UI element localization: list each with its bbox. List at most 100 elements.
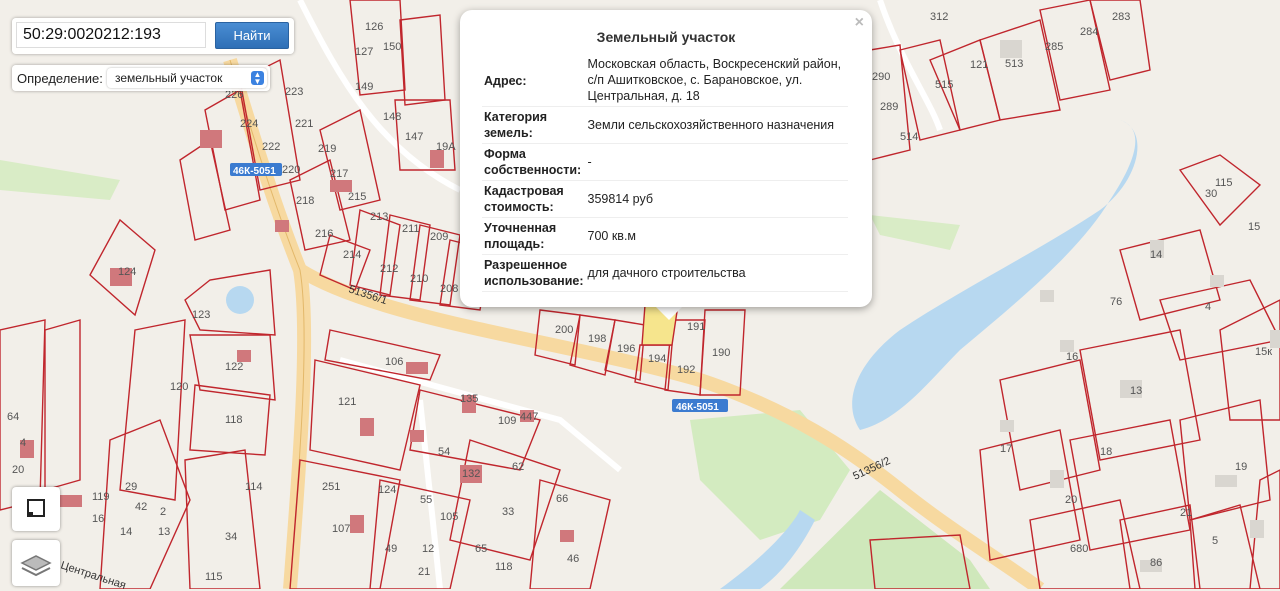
parcel-label: 196: [617, 343, 635, 355]
building: [1210, 275, 1224, 287]
search-panel: Найти: [12, 18, 294, 54]
street-label: Центральная: [59, 559, 127, 589]
row-value: 700 кв.м: [585, 217, 848, 255]
parcel-label: 447: [520, 411, 538, 423]
parcel-label: 251: [322, 481, 340, 493]
parcel-label: 147: [405, 131, 423, 143]
green-area: [870, 215, 960, 250]
parcel-label: 64: [7, 411, 19, 423]
parcel[interactable]: [979, 19, 1061, 121]
parcel-label: 289: [880, 101, 898, 113]
parcel-label: 118: [495, 561, 513, 573]
building: [200, 130, 222, 148]
definition-select[interactable]: земельный участок ▲ ▼: [107, 68, 267, 88]
building: [360, 418, 374, 436]
building: [560, 530, 574, 542]
parcel[interactable]: [449, 439, 561, 561]
parcel[interactable]: [44, 319, 81, 491]
parcel-label: 127: [355, 46, 373, 58]
parcel[interactable]: [399, 14, 446, 106]
parcel-label: 285: [1045, 41, 1063, 53]
parcel-label: 16: [92, 513, 104, 525]
parcel[interactable]: [1179, 399, 1271, 521]
parcel-label: 217: [330, 168, 348, 180]
parcel-label: 114: [245, 481, 263, 493]
road-shield-label: 46К-5051: [676, 402, 719, 413]
pond: [226, 286, 254, 314]
parcel-label: 105: [440, 511, 458, 523]
building: [1000, 40, 1022, 58]
row-value: для дачного строительства: [585, 254, 848, 292]
parcel-label: 4: [20, 437, 26, 449]
parcel-label: 190: [712, 347, 730, 359]
parcel-label: 18: [1100, 446, 1112, 458]
parcel-label: 210: [410, 273, 428, 285]
parcel-label: 109: [498, 415, 516, 427]
row-value: Земли сельскохозяйственного назначения: [585, 106, 848, 144]
address-value: Московская область, Воскресенский район,…: [587, 58, 842, 103]
parcel-label: 16: [1066, 351, 1078, 363]
parcel-info-table: Адрес: Московская область, Воскресенский …: [482, 56, 848, 292]
cadastral-number-input[interactable]: [16, 22, 206, 48]
table-row: Уточненная площадь: 700 кв.м: [482, 217, 848, 255]
parcel[interactable]: [119, 319, 186, 501]
parcel-label: 214: [343, 249, 361, 261]
chevron-updown-icon: ▲ ▼: [251, 71, 264, 86]
parcel-label: 124: [118, 266, 136, 278]
parcel[interactable]: [179, 138, 231, 241]
parcel[interactable]: [1178, 154, 1262, 227]
parcel-label: 221: [295, 118, 313, 130]
parcel-label: 34: [225, 531, 237, 543]
building: [1250, 520, 1264, 538]
parcel-label: 5: [1212, 535, 1218, 547]
parcel-label: 150: [383, 41, 401, 53]
parcel-label: 515: [935, 79, 953, 91]
fullscreen-button[interactable]: [12, 487, 60, 531]
parcel-label: 192: [677, 364, 695, 376]
popup-title: Земельный участок: [596, 29, 736, 45]
row-key: Уточненная площадь:: [482, 217, 586, 255]
parcel-label: 14: [120, 526, 132, 538]
river: [852, 120, 1138, 430]
find-button[interactable]: Найти: [215, 22, 289, 49]
parcel-label: 21: [418, 566, 430, 578]
row-key: Форма собственности:: [482, 143, 586, 181]
parcel[interactable]: [184, 449, 261, 589]
parcel-label: 15к: [1255, 346, 1272, 358]
parcel-label: 13: [158, 526, 170, 538]
parcel-label: 20: [1065, 494, 1077, 506]
parcel-info-popup: × Земельный участок Адрес: Московская обл…: [460, 10, 872, 307]
parcel-label: 218: [296, 195, 314, 207]
parcel-label: 2: [160, 506, 166, 518]
parcel-label: 514: [900, 131, 918, 143]
parcel-label: 122: [225, 361, 243, 373]
parcel-label: 119: [92, 491, 110, 503]
parcel-label: 200: [555, 324, 573, 336]
parcel-label: 120: [170, 381, 188, 393]
layers-button[interactable]: [12, 540, 60, 586]
parcel-label: 86: [1150, 557, 1162, 569]
parcel-label: 219: [318, 143, 336, 155]
parcel[interactable]: [394, 99, 456, 171]
parcel-label: 33: [502, 506, 514, 518]
parcel-label: 21: [1180, 507, 1192, 519]
parcel-label: 121: [970, 59, 988, 71]
parcel-label: 49: [385, 543, 397, 555]
parcel[interactable]: [1069, 419, 1191, 551]
parcel-label: 14: [1150, 249, 1162, 261]
parcel-label: 216: [315, 228, 333, 240]
row-value: -: [585, 143, 848, 181]
parcel-label: 55: [420, 494, 432, 506]
parcel-label: 46: [567, 553, 579, 565]
parcel-label: 20: [12, 464, 24, 476]
building: [1040, 290, 1054, 302]
frame-icon: [27, 499, 45, 517]
parcel-label: 65: [475, 543, 487, 555]
parcel-label: 124: [378, 484, 396, 496]
table-row: Категория земель: Земли сельскохозяйствен…: [482, 106, 848, 144]
building: [1000, 420, 1014, 432]
parcel-label: 107: [332, 523, 350, 535]
parcel-label: 224: [240, 118, 258, 130]
parcel-label: 62: [512, 461, 524, 473]
table-row: Разрешенное использование: для дачного ст…: [482, 254, 848, 292]
